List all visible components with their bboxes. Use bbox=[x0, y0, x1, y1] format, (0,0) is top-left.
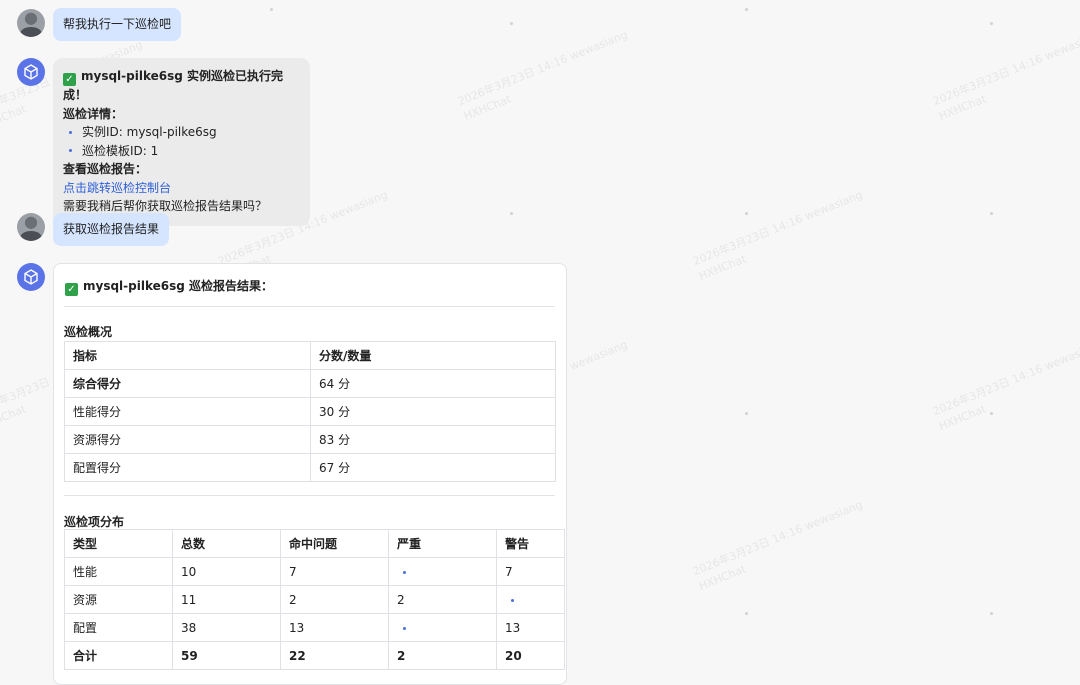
list-item: 实例ID: mysql-pilke6sg bbox=[63, 123, 299, 142]
table-header-row: 类型 总数 命中问题 严重 警告 bbox=[64, 529, 565, 558]
table-cell bbox=[496, 585, 565, 614]
divider bbox=[64, 495, 555, 496]
table-cell: 64 分 bbox=[310, 369, 556, 398]
table-cell: 2 bbox=[280, 585, 389, 614]
table-row: 综合得分 64 分 bbox=[64, 369, 556, 398]
table-cell: 配置得分 bbox=[64, 453, 311, 482]
table-header-cell: 警告 bbox=[496, 529, 565, 558]
bullet-icon bbox=[69, 149, 72, 153]
check-mark-icon: ✓ bbox=[63, 73, 76, 86]
table-header-cell: 指标 bbox=[64, 341, 311, 370]
bot-avatar bbox=[17, 58, 45, 86]
table-cell: 2 bbox=[388, 641, 497, 670]
user-message: 帮我执行一下巡检吧 bbox=[53, 8, 182, 41]
table-cell: 22 bbox=[280, 641, 389, 670]
check-mark-icon: ✓ bbox=[65, 283, 78, 296]
table-row: 性能 10 7 7 bbox=[64, 557, 565, 586]
table-cell: 资源 bbox=[64, 585, 173, 614]
watermark: 2026年3月23日 14:16 wewasiangHXHChat bbox=[930, 338, 1080, 434]
table-row: 资源得分 83 分 bbox=[64, 425, 556, 454]
watermark: 2026年3月23日 14:16 wewasiangHXHChat bbox=[690, 498, 865, 594]
table-row: 合计 59 22 2 20 bbox=[64, 641, 565, 670]
table-header-cell: 命中问题 bbox=[280, 529, 389, 558]
user-message-text: 帮我执行一下巡检吧 bbox=[63, 17, 172, 31]
details-label: 巡检详情： bbox=[63, 106, 124, 121]
table-cell: 10 bbox=[172, 557, 281, 586]
report-title: ✓ mysql-pilke6sg 巡检报告结果： bbox=[65, 277, 273, 296]
table-cell: 30 分 bbox=[310, 397, 556, 426]
table-header-cell: 严重 bbox=[388, 529, 497, 558]
user-message-text: 获取巡检报告结果 bbox=[63, 222, 160, 236]
overview-table: 指标 分数/数量 综合得分 64 分 性能得分 30 分 资源得分 83 分 配… bbox=[64, 341, 556, 482]
watermark: 2026年3月23日 14:16 wewasiangHXHChat bbox=[455, 28, 630, 124]
table-cell: 性能 bbox=[64, 557, 173, 586]
table-header-cell: 分数/数量 bbox=[310, 341, 556, 370]
table-header-cell: 总数 bbox=[172, 529, 281, 558]
table-cell bbox=[388, 613, 497, 642]
cube-icon bbox=[24, 269, 38, 285]
table-cell bbox=[388, 557, 497, 586]
cube-icon bbox=[24, 64, 38, 80]
table-cell: 67 分 bbox=[310, 453, 556, 482]
table-cell: 配置 bbox=[64, 613, 173, 642]
empty-dot-icon bbox=[403, 626, 406, 630]
table-cell: 13 bbox=[280, 613, 389, 642]
user-avatar bbox=[17, 9, 45, 37]
table-header-row: 指标 分数/数量 bbox=[64, 341, 556, 370]
report-card: ✓ mysql-pilke6sg 巡检报告结果： 巡检概况 指标 分数/数量 综合… bbox=[53, 263, 567, 685]
table-cell: 合计 bbox=[64, 641, 173, 670]
bot-message-title: ✓ mysql-pilke6sg 实例巡检已执行完成！ bbox=[63, 69, 284, 102]
table-cell: 7 bbox=[496, 557, 565, 586]
bot-message: ✓ mysql-pilke6sg 实例巡检已执行完成！ 巡检详情： 实例ID: m… bbox=[53, 58, 310, 226]
table-cell: 38 bbox=[172, 613, 281, 642]
watermark: 2026年3月23日 14:16 wewasiangHXHChat bbox=[690, 188, 865, 284]
bullet-icon bbox=[69, 130, 72, 134]
divider bbox=[64, 306, 555, 307]
overview-title: 巡检概况 bbox=[64, 325, 113, 339]
table-cell: 综合得分 bbox=[64, 369, 311, 398]
report-label: 查看巡检报告： bbox=[63, 162, 148, 176]
table-cell: 83 分 bbox=[310, 425, 556, 454]
table-cell: 资源得分 bbox=[64, 425, 311, 454]
user-avatar bbox=[17, 213, 45, 241]
table-cell: 7 bbox=[280, 557, 389, 586]
list-item: 巡检模板ID: 1 bbox=[63, 142, 299, 161]
table-cell: 性能得分 bbox=[64, 397, 311, 426]
distribution-title: 巡检项分布 bbox=[64, 515, 125, 529]
watermark: 2026年3月23日 14:16 wewasiangHXHChat bbox=[930, 28, 1080, 124]
table-cell: 2 bbox=[388, 585, 497, 614]
table-row: 配置 38 13 13 bbox=[64, 613, 565, 642]
bot-avatar bbox=[17, 263, 45, 291]
table-row: 资源 11 2 2 bbox=[64, 585, 565, 614]
table-cell: 20 bbox=[496, 641, 565, 670]
table-row: 性能得分 30 分 bbox=[64, 397, 556, 426]
table-row: 配置得分 67 分 bbox=[64, 453, 556, 482]
distribution-table: 类型 总数 命中问题 严重 警告 性能 10 7 7 资源 11 2 2 配置 … bbox=[64, 529, 565, 670]
empty-dot-icon bbox=[403, 570, 406, 574]
table-cell: 11 bbox=[172, 585, 281, 614]
user-message: 获取巡检报告结果 bbox=[53, 213, 170, 246]
table-header-cell: 类型 bbox=[64, 529, 173, 558]
table-cell: 13 bbox=[496, 613, 565, 642]
empty-dot-icon bbox=[511, 598, 514, 602]
report-console-link[interactable]: 点击跳转巡检控制台 bbox=[63, 179, 299, 198]
table-cell: 59 bbox=[172, 641, 281, 670]
